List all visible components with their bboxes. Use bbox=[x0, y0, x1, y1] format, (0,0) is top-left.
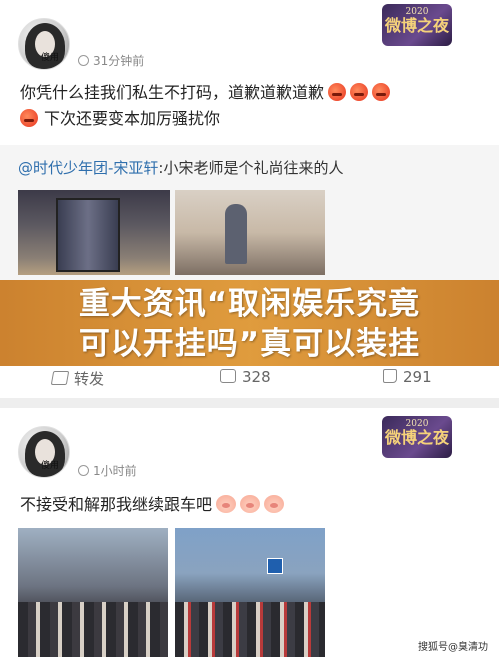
comment-count: 328 bbox=[242, 368, 271, 386]
post-text-line2: 下次还要变本加厉骚扰你 bbox=[44, 109, 221, 128]
avatar-label: 傻用 bbox=[41, 53, 60, 63]
badge-text: 微博之夜 bbox=[384, 16, 449, 35]
share-label: 转发 bbox=[74, 370, 105, 388]
event-badge: 2020 微博之夜 bbox=[382, 416, 452, 458]
angry-emoji-icon bbox=[372, 83, 391, 101]
post-time-text: 31分钟前 bbox=[93, 54, 145, 68]
headline-line1: 重大资讯“取闲娱乐究竟 bbox=[78, 286, 421, 322]
post-card-1: 傻用 31分钟前 2020 微博之夜 你凭什么挂我们私生不打码，道歉道歉道歉 下… bbox=[0, 0, 499, 398]
headline-banner: 重大资讯“取闲娱乐究竟 可以开挂吗”真可以装挂 bbox=[0, 280, 499, 366]
event-badge: 2020 微博之夜 bbox=[382, 4, 452, 46]
repost-photo-2[interactable] bbox=[175, 190, 325, 275]
post-time-text: 1小时前 bbox=[93, 464, 137, 478]
headline-line2: 可以开挂吗”真可以装挂 bbox=[78, 326, 421, 362]
angry-emoji-icon bbox=[20, 109, 38, 127]
repost-photo-1[interactable] bbox=[18, 190, 170, 275]
post-photo-2[interactable] bbox=[175, 528, 325, 657]
share-icon bbox=[50, 371, 70, 385]
pig-emoji-icon bbox=[264, 495, 285, 513]
clock-icon bbox=[78, 465, 89, 476]
like-button[interactable]: 291 bbox=[383, 368, 432, 386]
post-time: 1小时前 bbox=[78, 462, 137, 479]
avatar-label: 傻用 bbox=[41, 461, 60, 471]
thumbs-up-icon bbox=[383, 369, 397, 383]
clock-icon bbox=[78, 55, 89, 66]
post-text-line1: 不接受和解那我继续跟车吧 bbox=[20, 495, 213, 514]
user-avatar[interactable]: 傻用 bbox=[18, 426, 70, 478]
post-photo-1[interactable] bbox=[18, 528, 168, 657]
post-text-line1: 你凭什么挂我们私生不打码，道歉道歉道歉 bbox=[20, 83, 325, 102]
share-button[interactable]: 转发 bbox=[50, 368, 105, 389]
repost-text: @时代少年团-宋亚轩:小宋老师是个礼尚往来的人 bbox=[18, 157, 343, 178]
post-text: 你凭什么挂我们私生不打码，道歉道歉道歉 bbox=[20, 80, 391, 106]
post-time: 31分钟前 bbox=[78, 52, 144, 69]
repost-body: :小宋老师是个礼尚往来的人 bbox=[158, 159, 344, 177]
comment-button[interactable]: 328 bbox=[220, 368, 271, 386]
watermark: 搜狐号@臭清功 bbox=[418, 642, 488, 653]
angry-emoji-icon bbox=[350, 83, 369, 101]
badge-text: 微博之夜 bbox=[384, 428, 449, 447]
pig-emoji-icon bbox=[240, 495, 261, 513]
angry-emoji-icon bbox=[328, 83, 347, 101]
comment-icon bbox=[220, 369, 236, 383]
like-count: 291 bbox=[403, 368, 432, 386]
pig-emoji-icon bbox=[216, 495, 237, 513]
mention-link[interactable]: @时代少年团-宋亚轩 bbox=[18, 159, 158, 177]
user-avatar[interactable]: 傻用 bbox=[18, 18, 70, 70]
post-text-2: 下次还要变本加厉骚扰你 bbox=[20, 106, 220, 132]
post-divider bbox=[0, 398, 499, 408]
post-card-2: 傻用 1小时前 2020 微博之夜 不接受和解那我继续跟车吧 bbox=[0, 408, 499, 657]
post-text: 不接受和解那我继续跟车吧 bbox=[20, 492, 285, 518]
